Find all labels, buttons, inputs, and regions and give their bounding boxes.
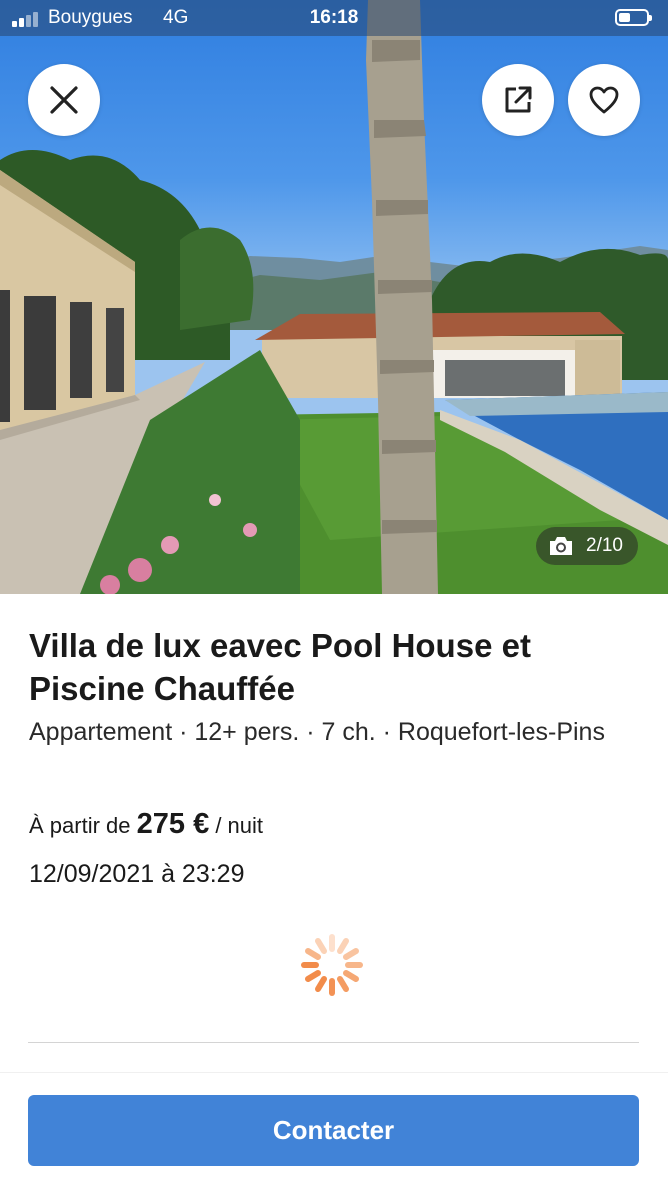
status-bar: Bouygues 4G 16:18 [0,0,668,36]
loading-spinner-icon [301,934,363,996]
listing-subtitle: Appartement · 12+ pers. · 7 ch. · Roquef… [29,718,605,746]
villa-photo-illustration [0,0,668,594]
camera-icon [550,537,572,555]
price-amount: 275 € [136,808,210,840]
divider [28,1042,639,1043]
listing-title: Villa de lux eavec Pool House et Piscine… [29,627,531,707]
external-link-icon [505,86,532,113]
contact-button[interactable]: Contacter [28,1095,639,1166]
listing-photo[interactable]: Bouygues 4G 16:18 2/10 [0,0,668,594]
price-prefix: À partir de [29,813,131,838]
clock: 16:18 [309,7,359,28]
battery-icon [615,9,652,26]
photo-counter: 2/10 [536,527,638,565]
photo-counter-label: 2/10 [586,535,623,556]
share-button[interactable] [482,64,554,136]
close-icon [50,86,78,114]
listing-date: 12/09/2021 à 23:29 [29,860,245,888]
heart-icon [589,86,619,114]
favorite-button[interactable] [568,64,640,136]
price: À partir de 275 € / nuit [29,808,263,841]
close-button[interactable] [28,64,100,136]
price-suffix: / nuit [215,813,264,838]
